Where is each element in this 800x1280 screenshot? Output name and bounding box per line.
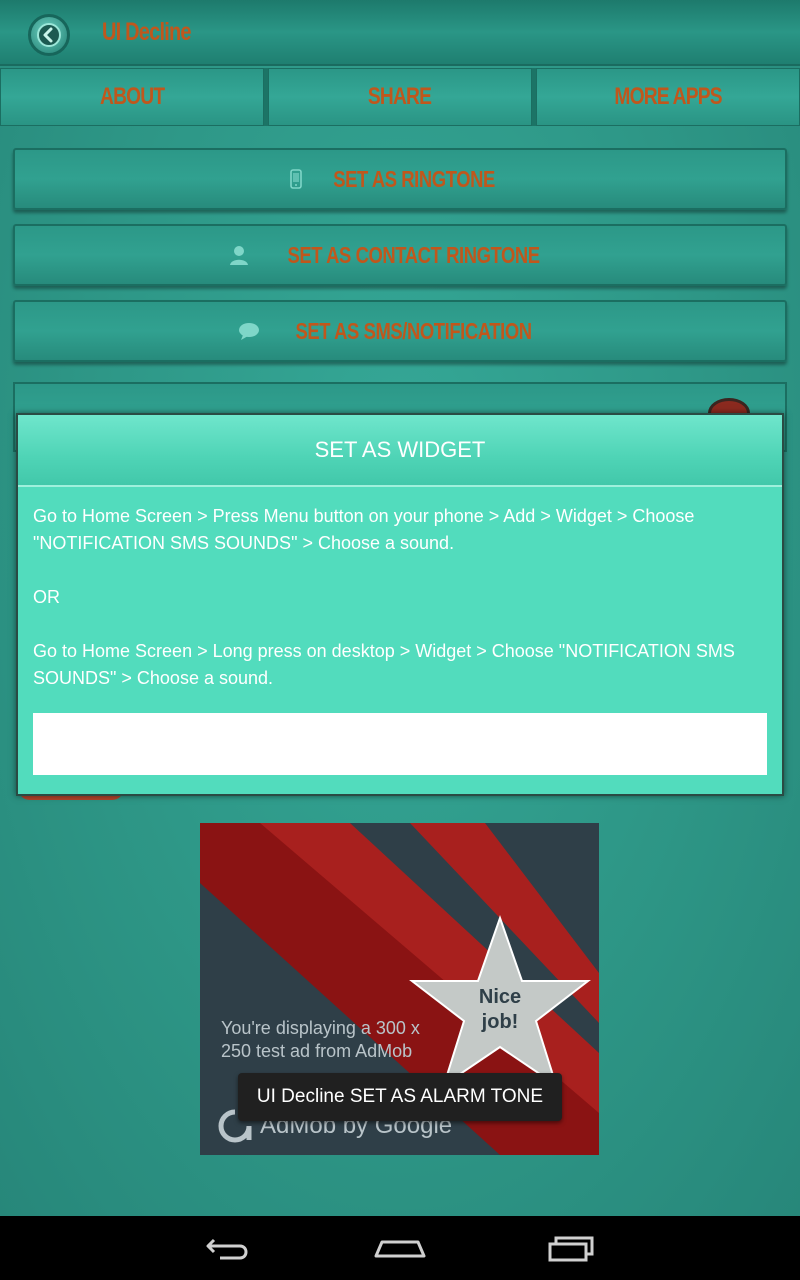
tab-share-label: SHARE [368, 83, 432, 110]
set-as-contact-ringtone-label: SET AS CONTACT RINGTONE [287, 241, 541, 268]
dialog-title: SET AS WIDGET [18, 415, 782, 487]
tab-about[interactable]: ABOUT [0, 68, 264, 126]
phone-icon [290, 169, 302, 189]
dialog-text-field[interactable] [33, 713, 767, 775]
set-as-contact-ringtone-button[interactable]: SET AS CONTACT RINGTONE [13, 224, 787, 286]
tab-more-apps-label: MORE APPS [614, 83, 722, 110]
tab-share[interactable]: SHARE [268, 68, 532, 126]
contact-icon [230, 246, 249, 265]
chat-bubble-icon [239, 323, 260, 340]
ad-star-line-2: job! [481, 1011, 519, 1033]
back-nav-icon[interactable] [200, 1230, 260, 1266]
dialog-instruction-2: Go to Home Screen > Long press on deskto… [33, 641, 735, 688]
toast-message: UI Decline SET AS ALARM TONE [238, 1073, 562, 1121]
system-nav-bar [0, 1216, 800, 1280]
tab-more-apps[interactable]: MORE APPS [536, 68, 800, 126]
set-as-sms-notification-button[interactable]: SET AS SMS/NOTIFICATION [13, 300, 787, 362]
chevron-left-icon [37, 23, 61, 47]
dialog-instruction-1: Go to Home Screen > Press Menu button on… [33, 506, 695, 553]
set-as-ringtone-button[interactable]: SET AS RINGTONE [13, 148, 787, 210]
set-as-ringtone-label: SET AS RINGTONE [333, 165, 495, 192]
set-as-widget-dialog: SET AS WIDGET Go to Home Screen > Press … [16, 413, 784, 796]
dialog-or-text: OR [33, 587, 60, 607]
tab-bar: ABOUT SHARE MORE APPS [0, 68, 800, 126]
home-nav-icon[interactable] [370, 1230, 430, 1266]
dialog-body: Go to Home Screen > Press Menu button on… [18, 487, 782, 692]
ad-star-line-1: Nice [478, 986, 522, 1008]
back-button[interactable] [28, 14, 70, 56]
app-title: UI Decline [102, 18, 191, 46]
ad-description: You're displaying a 300 x 250 test ad fr… [221, 1018, 420, 1061]
tab-about-label: ABOUT [99, 83, 165, 110]
set-as-sms-notification-label: SET AS SMS/NOTIFICATION [295, 317, 533, 344]
recent-apps-nav-icon[interactable] [542, 1230, 602, 1266]
top-bar: UI Decline [0, 0, 800, 66]
ad-star-text: Nice job! [462, 985, 538, 1035]
